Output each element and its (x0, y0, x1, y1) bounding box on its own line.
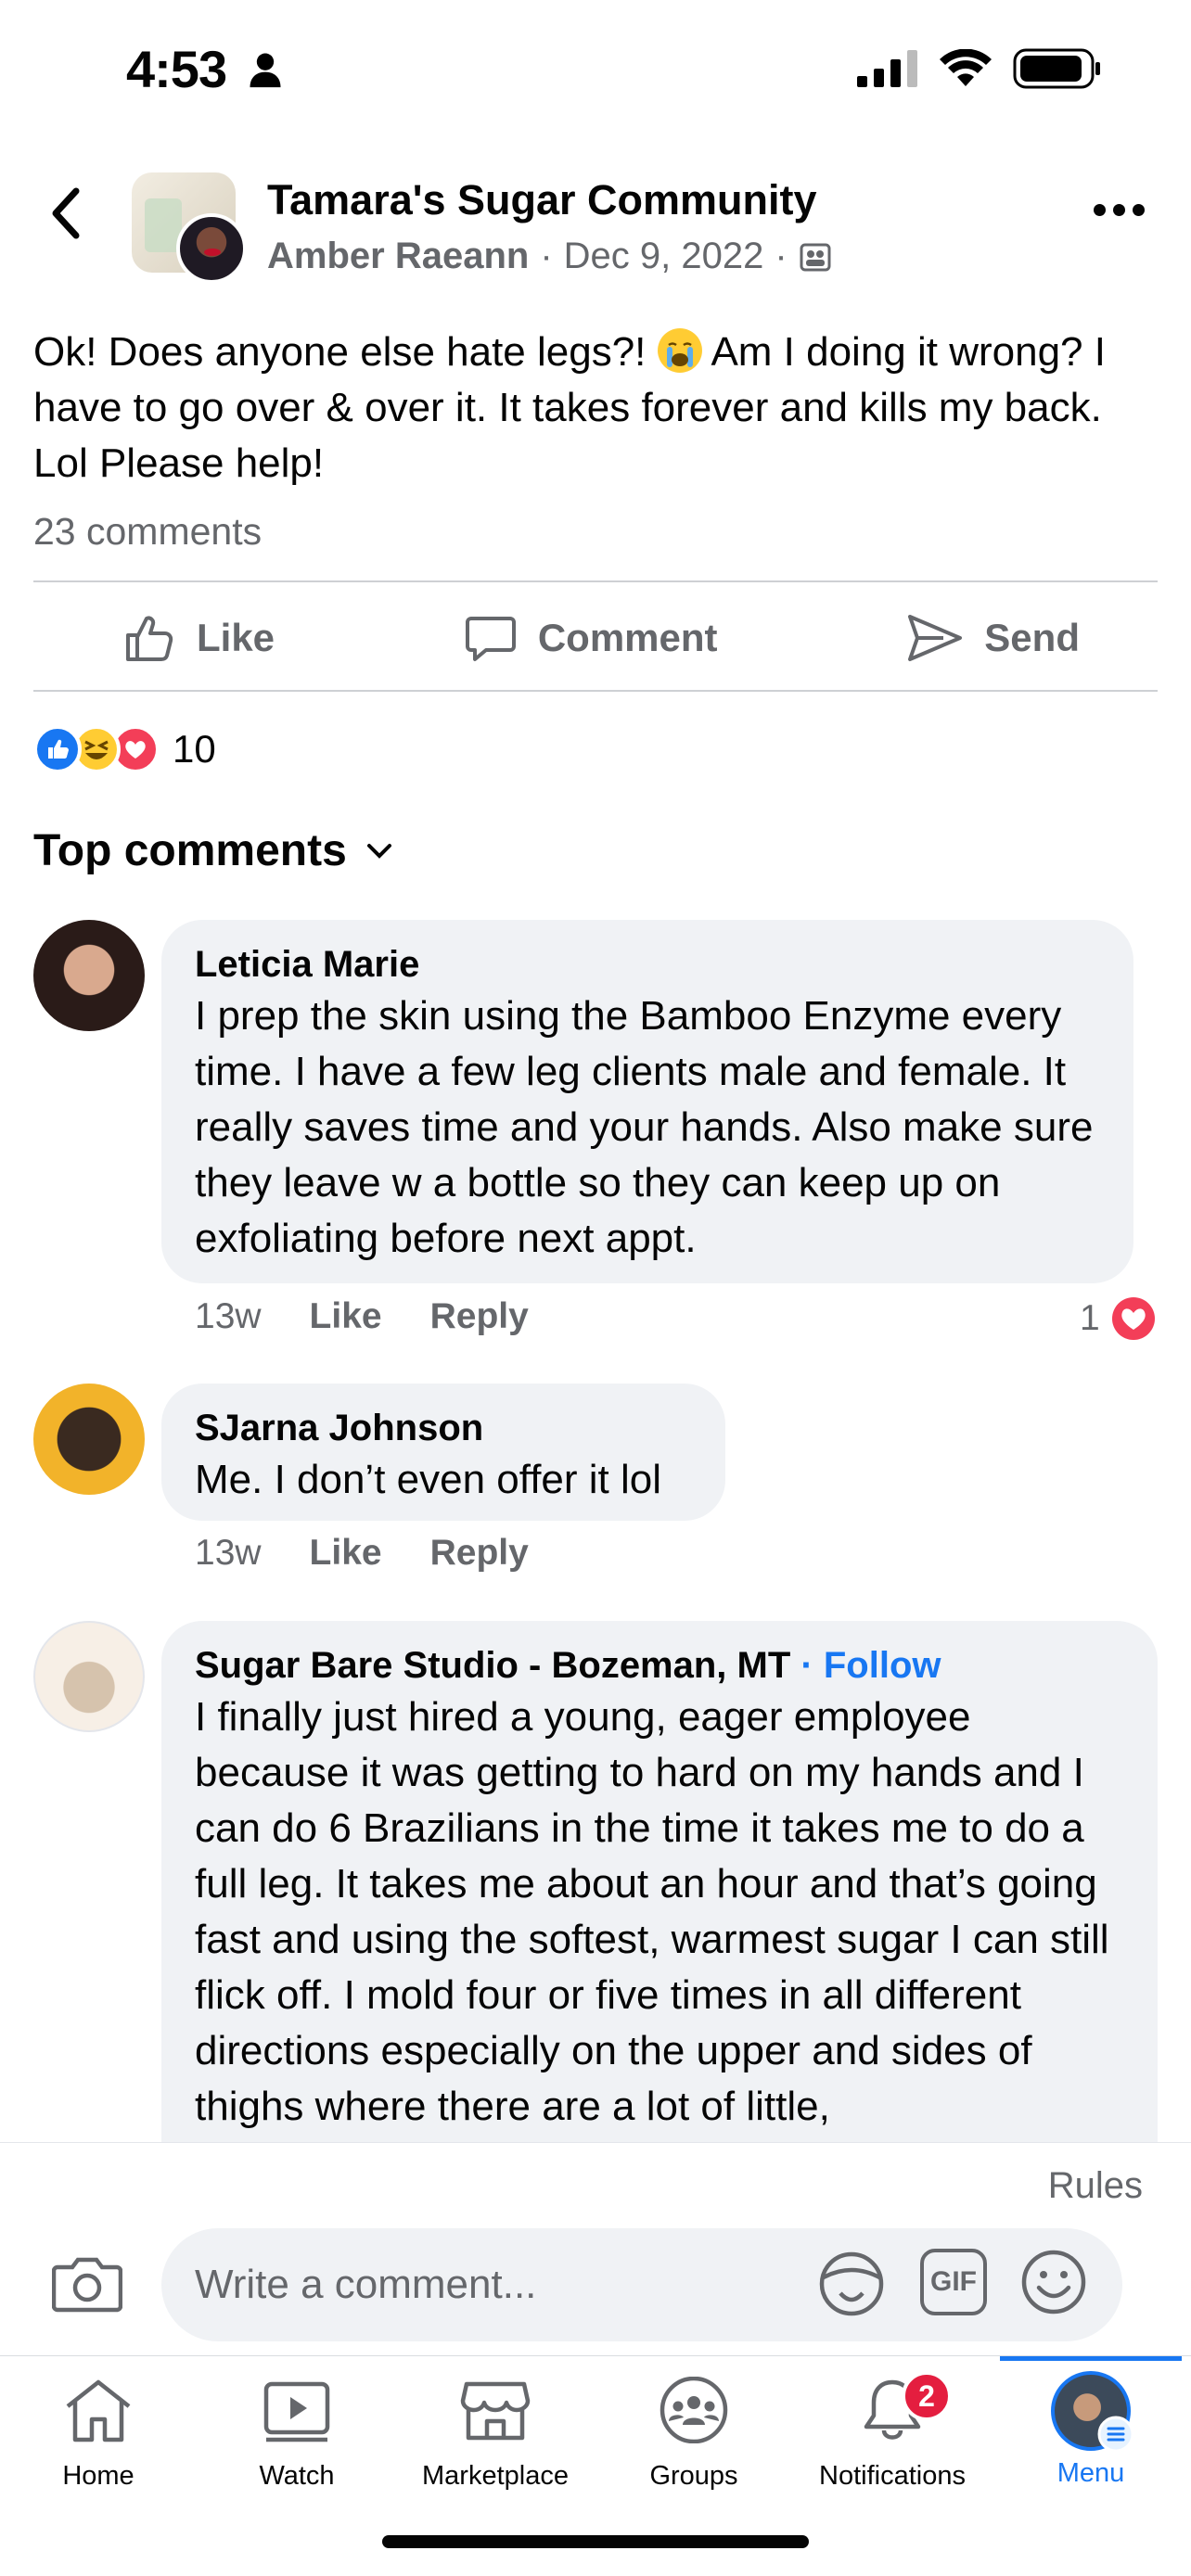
person-icon (250, 53, 281, 88)
comment-like-button[interactable]: Like (310, 1533, 382, 1574)
tab-notifications[interactable]: 2 Notifications (800, 2371, 985, 2492)
group-privacy-icon (800, 243, 831, 271)
comment-icon (465, 617, 516, 661)
post-actions: Like Comment Send (33, 584, 1158, 692)
tab-label: Watch (259, 2461, 335, 2491)
comment-bubble: Leticia Marie I prep the skin using the … (161, 920, 1133, 1283)
back-button[interactable] (43, 184, 91, 243)
commenter-name[interactable]: Leticia Marie (195, 940, 1100, 988)
groups-icon (660, 2376, 728, 2444)
tab-label: Notifications (819, 2461, 966, 2491)
comment-time[interactable]: 13w (195, 1296, 262, 1337)
commenter-name-row: Sugar Bare Studio - Bozeman, MT · Follow (195, 1641, 1124, 1690)
comment-bubble: Sugar Bare Studio - Bozeman, MT · Follow… (161, 1621, 1158, 2196)
tab-label: Home (62, 2461, 134, 2491)
avatar-sticker-icon[interactable] (816, 2247, 887, 2317)
comment-time[interactable]: 13w (195, 1533, 262, 1574)
notification-badge: 2 (902, 2371, 952, 2421)
comment-bubble: SJarna Johnson Me. I don’t even offer it… (161, 1384, 725, 1521)
comment-input-placeholder: Write a comment... (195, 2262, 537, 2307)
group-name[interactable]: Tamara's Sugar Community (267, 176, 817, 224)
comment-text: I prep the skin using the Bamboo Enzyme … (195, 993, 1094, 1261)
comment-reply-button[interactable]: Reply (430, 1296, 529, 1337)
comment-reaction-number: 1 (1080, 1298, 1100, 1338)
comments-count[interactable]: 23 comments (33, 510, 262, 554)
send-icon (908, 615, 963, 661)
home-indicator (382, 2535, 809, 2548)
commenter-name[interactable]: Sugar Bare Studio - Bozeman, MT (195, 1645, 790, 1686)
post-text: Ok! Does anyone else hate legs?! Am I do… (33, 325, 1165, 491)
status-icons (857, 48, 1102, 89)
profile-avatar (1051, 2371, 1134, 2453)
signal-icon (857, 50, 917, 87)
comment-like-button[interactable]: Like (310, 1296, 382, 1337)
comment-text: I finally just hired a young, eager empl… (195, 1694, 1109, 2129)
send-button[interactable]: Send (906, 611, 1080, 665)
author-avatar[interactable] (176, 213, 247, 284)
like-label: Like (197, 616, 275, 659)
battery-icon (1013, 48, 1100, 89)
author-name[interactable]: Amber Raeann (267, 236, 529, 277)
comment-meta: 13w Like Reply (195, 1533, 529, 1574)
gif-button[interactable]: GIF (920, 2249, 987, 2315)
reactions-summary[interactable]: 10 (33, 725, 216, 773)
active-tab-indicator (1000, 2356, 1182, 2361)
post-date[interactable]: Dec 9, 2022 (564, 236, 764, 277)
commenter-avatar[interactable] (33, 1384, 145, 1495)
comment-reaction-count[interactable]: 1 (1080, 1296, 1156, 1341)
commenter-name[interactable]: SJarna Johnson (195, 1404, 692, 1452)
tab-groups[interactable]: Groups (601, 2376, 787, 2492)
top-comments-label: Top comments (33, 826, 347, 875)
tab-home[interactable]: Home (6, 2377, 191, 2492)
divider (33, 690, 1158, 692)
post-meta: Amber Raeann · Dec 9, 2022 · (267, 236, 832, 277)
wifi-icon (940, 49, 992, 86)
follow-button[interactable]: · Follow (800, 1645, 941, 1686)
send-label: Send (984, 616, 1080, 659)
composer-icons: GIF (816, 2247, 1087, 2317)
love-reaction-icon (1111, 1297, 1155, 1340)
comment-button[interactable]: Comment (464, 611, 718, 665)
tab-menu[interactable]: Menu (998, 2371, 1184, 2489)
comment-sort-dropdown[interactable]: Top comments (33, 825, 393, 876)
comment-reply-button[interactable]: Reply (430, 1533, 529, 1574)
comment-text: Me. I don’t even offer it lol (195, 1457, 662, 1502)
tab-marketplace[interactable]: Marketplace (403, 2377, 588, 2492)
post-text-part1: Ok! Does anyone else hate legs?! (33, 329, 658, 375)
comment-label: Comment (537, 616, 718, 659)
commenter-avatar[interactable] (33, 1621, 145, 1732)
crying-face-emoji-icon (657, 328, 702, 373)
emoji-icon[interactable] (1020, 2249, 1087, 2315)
rules-link[interactable]: Rules (1048, 2165, 1143, 2207)
meta-separator: · (540, 236, 553, 276)
more-options-icon[interactable] (1094, 204, 1145, 216)
meta-separator: · (775, 236, 788, 276)
camera-icon[interactable] (52, 2254, 122, 2314)
menu-icon (1097, 2416, 1134, 2453)
tab-label: Groups (649, 2461, 738, 2491)
thumbs-up-icon (126, 616, 173, 661)
status-time: 4:53 (126, 40, 227, 98)
like-reaction-icon (33, 725, 82, 773)
marketplace-icon (460, 2381, 531, 2441)
tab-label: Marketplace (422, 2461, 569, 2491)
reaction-count: 10 (173, 727, 216, 771)
comment-input[interactable]: Write a comment... GIF (161, 2228, 1122, 2341)
chevron-down-icon (366, 843, 391, 859)
watch-icon (263, 2381, 330, 2442)
comment-composer: Rules Write a comment... GIF (0, 2142, 1191, 2355)
tab-watch[interactable]: Watch (204, 2377, 390, 2492)
home-icon (66, 2379, 131, 2442)
comment-meta: 13w Like Reply (195, 1296, 529, 1337)
divider (33, 580, 1158, 582)
status-bar: 4:53 (0, 0, 1191, 139)
like-button[interactable]: Like (122, 611, 275, 665)
commenter-avatar[interactable] (33, 920, 145, 1031)
tab-label: Menu (1057, 2458, 1125, 2488)
